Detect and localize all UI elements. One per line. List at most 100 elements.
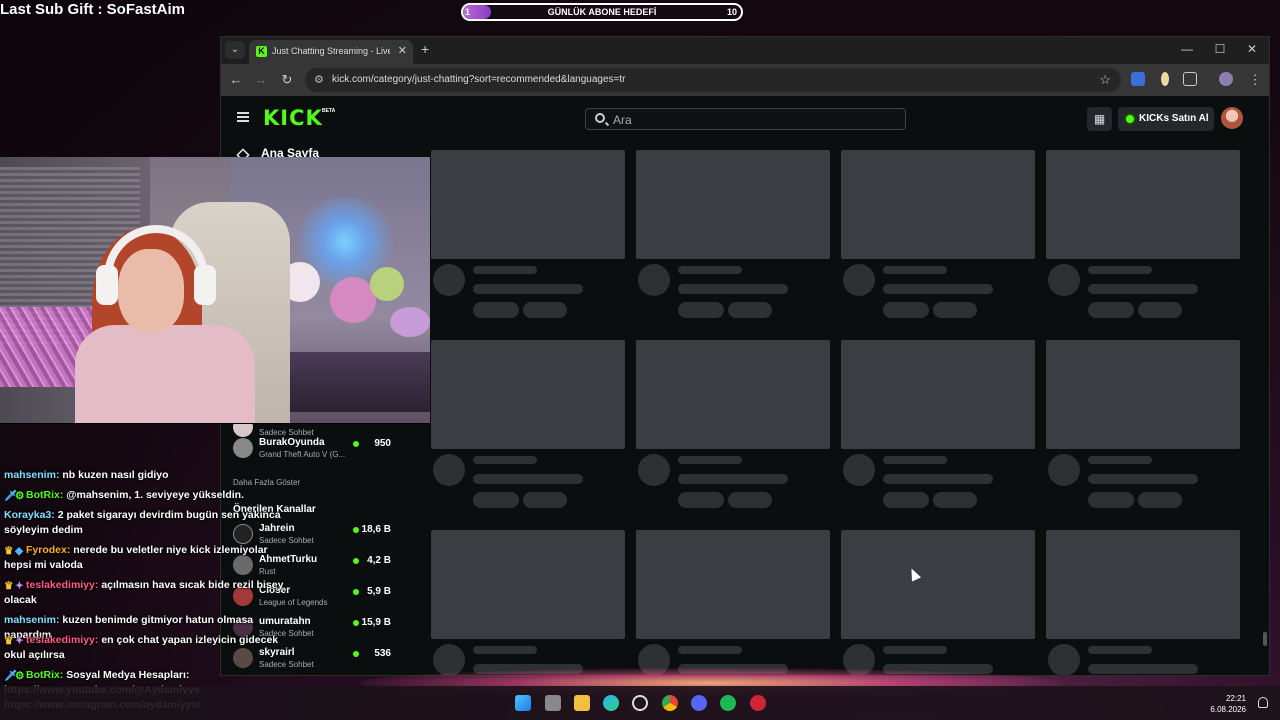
new-tab-button[interactable]: + — [421, 41, 429, 57]
stream-card-skeleton[interactable] — [431, 150, 625, 330]
start-icon[interactable] — [515, 695, 531, 711]
tab-close-icon[interactable]: ✕ — [398, 44, 407, 57]
skeleton-avatar — [433, 454, 465, 486]
skeleton-line1 — [473, 266, 537, 274]
stream-card-skeleton[interactable] — [431, 340, 625, 520]
stream-card-skeleton[interactable] — [1046, 530, 1240, 675]
skeleton-thumb — [841, 340, 1035, 449]
chat-message: Korayka3: 2 paket sigarayı devirdim bugü… — [4, 509, 281, 536]
chat-message: 🗡⚙ BotRix: @mahsenim, 1. seviyeye yükseld… — [4, 489, 245, 502]
skeleton-line2 — [678, 284, 788, 294]
extensions-puzzle-icon[interactable] — [1183, 72, 1197, 86]
file-explorer-icon[interactable] — [574, 695, 590, 711]
reload-icon[interactable]: ↻ — [279, 72, 295, 88]
user-avatar[interactable] — [1221, 107, 1243, 129]
skeleton-thumb — [636, 150, 830, 259]
skeleton-thumb — [431, 340, 625, 449]
skeleton-line2 — [1088, 474, 1198, 484]
menu-dots-icon[interactable]: ⋮ — [1247, 72, 1263, 88]
viewer-count: 18,6 B — [361, 524, 391, 535]
skeleton-pill1 — [883, 492, 929, 508]
skeleton-avatar — [433, 264, 465, 296]
stream-card-skeleton[interactable] — [636, 530, 830, 675]
stream-card-skeleton[interactable] — [636, 150, 830, 330]
skeleton-pill1 — [1088, 492, 1134, 508]
buy-kicks-button[interactable]: KICKs Satın Al — [1118, 107, 1214, 131]
skeleton-line1 — [678, 646, 742, 654]
stream-card-skeleton[interactable] — [431, 530, 625, 675]
task-view-icon[interactable] — [545, 695, 561, 711]
skeleton-line1 — [883, 266, 947, 274]
chat-username[interactable]: Korayka3 — [4, 509, 51, 521]
obs-icon[interactable] — [632, 695, 648, 711]
site-info-icon[interactable]: ⚙ — [314, 73, 324, 86]
skeleton-avatar — [843, 264, 875, 296]
minimize-button[interactable]: — — [1179, 42, 1195, 56]
bookmark-star-icon[interactable]: ☆ — [1099, 72, 1111, 88]
avatar — [233, 438, 253, 458]
chat-username[interactable]: mahsenim — [4, 614, 56, 626]
skeleton-pill2 — [523, 302, 567, 318]
hamburger-menu-icon[interactable] — [237, 112, 249, 122]
stream-card-skeleton[interactable] — [636, 340, 830, 520]
skeleton-line1 — [1088, 456, 1152, 464]
back-icon[interactable]: ← — [228, 72, 244, 87]
skeleton-pill2 — [933, 302, 977, 318]
sub-badge-icon: ✦ — [15, 635, 24, 647]
skeleton-avatar — [638, 264, 670, 296]
chat-username[interactable]: BotRix — [26, 669, 60, 681]
stream-card-skeleton[interactable] — [841, 340, 1035, 520]
skeleton-pill1 — [473, 492, 519, 508]
forward-icon[interactable]: → — [253, 72, 269, 87]
kicks-coin-icon — [1124, 113, 1136, 125]
channel-item[interactable]: BurakOyunda Grand Theft Auto V (G... 950 — [233, 435, 393, 465]
tab-active[interactable]: K Just Chatting Streaming - Live Stre ✕ — [249, 40, 413, 64]
clock-date: 6.08.2026 — [1210, 705, 1246, 714]
skeleton-thumb — [841, 150, 1035, 259]
page-scrollbar[interactable] — [1263, 632, 1267, 646]
translate-extension-icon[interactable] — [1131, 72, 1145, 86]
edge-icon[interactable] — [603, 695, 619, 711]
chat-username[interactable]: mahsenim — [4, 469, 56, 481]
system-clock[interactable]: 22:21 6.08.2026 — [1210, 693, 1246, 715]
notification-bell-icon[interactable] — [1258, 697, 1268, 708]
maximize-button[interactable]: ☐ — [1212, 42, 1228, 56]
viewer-count: 536 — [374, 648, 391, 659]
app-icon[interactable] — [750, 695, 766, 711]
profile-icon[interactable] — [1219, 72, 1233, 86]
search-input[interactable]: Ara — [585, 108, 906, 130]
address-bar: ← → ↻ ⚙ kick.com/category/just-chatting?… — [221, 64, 1269, 96]
channel-category: Grand Theft Auto V (G... — [259, 450, 346, 459]
kick-logo[interactable]: KICK — [263, 106, 323, 130]
viewer-count: 950 — [374, 438, 391, 449]
beta-badge: BETA — [322, 108, 336, 114]
extension-icon[interactable] — [1161, 72, 1169, 86]
skeleton-line1 — [1088, 266, 1152, 274]
skeleton-avatar — [1048, 264, 1080, 296]
skeleton-pill2 — [1138, 492, 1182, 508]
chat-username[interactable]: teslakedimiyy — [26, 579, 95, 591]
stream-card-skeleton[interactable] — [841, 150, 1035, 330]
stream-card-skeleton[interactable] — [841, 530, 1035, 675]
skeleton-thumb — [636, 530, 830, 639]
discord-icon[interactable] — [691, 695, 707, 711]
taskbar: 22:21 6.08.2026 — [0, 686, 1280, 720]
search-icon — [595, 113, 605, 123]
stream-card-skeleton[interactable] — [1046, 340, 1240, 520]
skeleton-avatar — [843, 454, 875, 486]
skeleton-avatar — [433, 644, 465, 675]
spotify-icon[interactable] — [720, 695, 736, 711]
chat-message: mahsenim: nb kuzen nasıl gidiyo — [4, 469, 169, 481]
chat-username[interactable]: teslakedimiyy — [26, 634, 95, 646]
url-input[interactable]: ⚙ kick.com/category/just-chatting?sort=r… — [305, 68, 1121, 92]
close-button[interactable]: ✕ — [1244, 42, 1260, 56]
dashboard-icon[interactable]: ▦ — [1087, 107, 1112, 131]
skeleton-pill1 — [1088, 302, 1134, 318]
tab-search-button[interactable]: ⌄ — [225, 41, 245, 59]
skeleton-thumb — [1046, 150, 1240, 259]
stream-card-skeleton[interactable] — [1046, 150, 1240, 330]
chat-username[interactable]: BotRix — [26, 489, 60, 501]
url-text: kick.com/category/just-chatting?sort=rec… — [332, 74, 626, 85]
chrome-icon[interactable] — [662, 695, 678, 711]
chat-username[interactable]: Fyrodex — [26, 544, 67, 556]
